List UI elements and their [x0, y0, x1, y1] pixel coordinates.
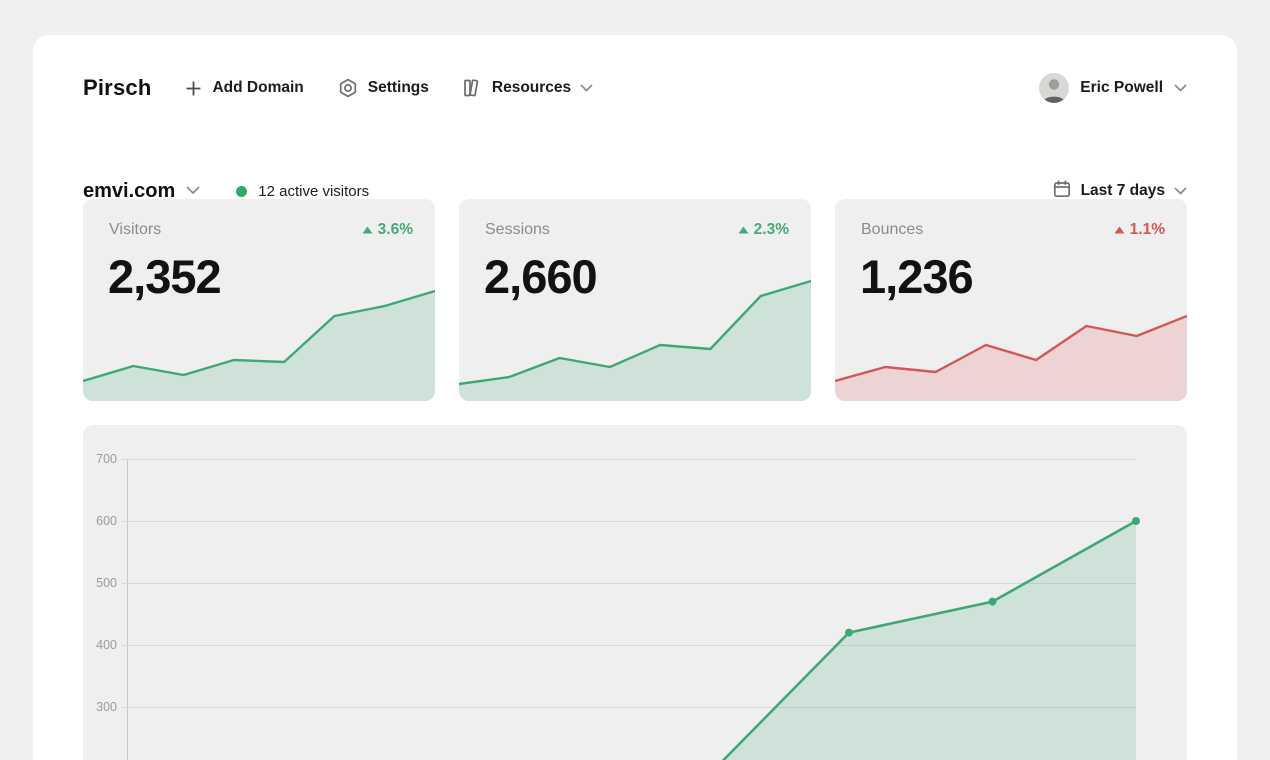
add-domain-button[interactable]: Add Domain [184, 79, 303, 98]
active-visitors-label: 12 active visitors [258, 183, 369, 200]
chevron-down-icon [1174, 182, 1187, 200]
stat-change-badge: 2.3% [738, 221, 789, 239]
avatar [1039, 73, 1069, 103]
user-name: Eric Powell [1080, 79, 1163, 97]
bounces-sparkline-chart [835, 271, 1187, 401]
user-menu[interactable]: Eric Powell [1039, 73, 1187, 103]
app-surface: Pirsch Add Domain Settings Resources Eri… [33, 35, 1237, 760]
stat-title: Bounces [861, 221, 923, 239]
arrow-up-icon [362, 226, 373, 234]
stat-cards: Visitors 3.6% 2,352 Sessions 2.3% 2,660 [83, 199, 1187, 401]
stat-card-sessions[interactable]: Sessions 2.3% 2,660 [459, 199, 811, 401]
settings-icon [337, 77, 359, 99]
visitors-line-chart [83, 425, 1187, 760]
resources-label: Resources [492, 79, 571, 97]
chevron-down-icon [580, 84, 593, 92]
resources-icon [462, 77, 483, 99]
chevron-down-icon [1174, 79, 1187, 97]
chevron-down-icon [186, 182, 200, 200]
plus-icon [184, 79, 203, 98]
visitors-sparkline-chart [83, 271, 435, 401]
arrow-up-icon [738, 226, 749, 234]
stat-card-bounces[interactable]: Bounces 1.1% 1,236 [835, 199, 1187, 401]
stat-title: Sessions [485, 221, 550, 239]
active-dot-icon [236, 186, 247, 197]
settings-button[interactable]: Settings [337, 77, 429, 99]
stat-change-badge: 3.6% [362, 221, 413, 239]
active-visitors: 12 active visitors [236, 183, 369, 200]
arrow-up-icon [1114, 226, 1125, 234]
add-domain-label: Add Domain [212, 79, 303, 97]
sessions-sparkline-chart [459, 271, 811, 401]
stat-title: Visitors [109, 221, 161, 239]
resources-menu[interactable]: Resources [462, 77, 593, 99]
header: Pirsch Add Domain Settings Resources Eri… [83, 73, 1187, 103]
stat-card-visitors[interactable]: Visitors 3.6% 2,352 [83, 199, 435, 401]
settings-label: Settings [368, 79, 429, 97]
date-range-label: Last 7 days [1081, 182, 1165, 200]
main-chart-panel[interactable]: 700 600 500 400 300 [83, 425, 1187, 760]
stat-change-badge: 1.1% [1114, 221, 1165, 239]
app-logo[interactable]: Pirsch [83, 75, 151, 101]
